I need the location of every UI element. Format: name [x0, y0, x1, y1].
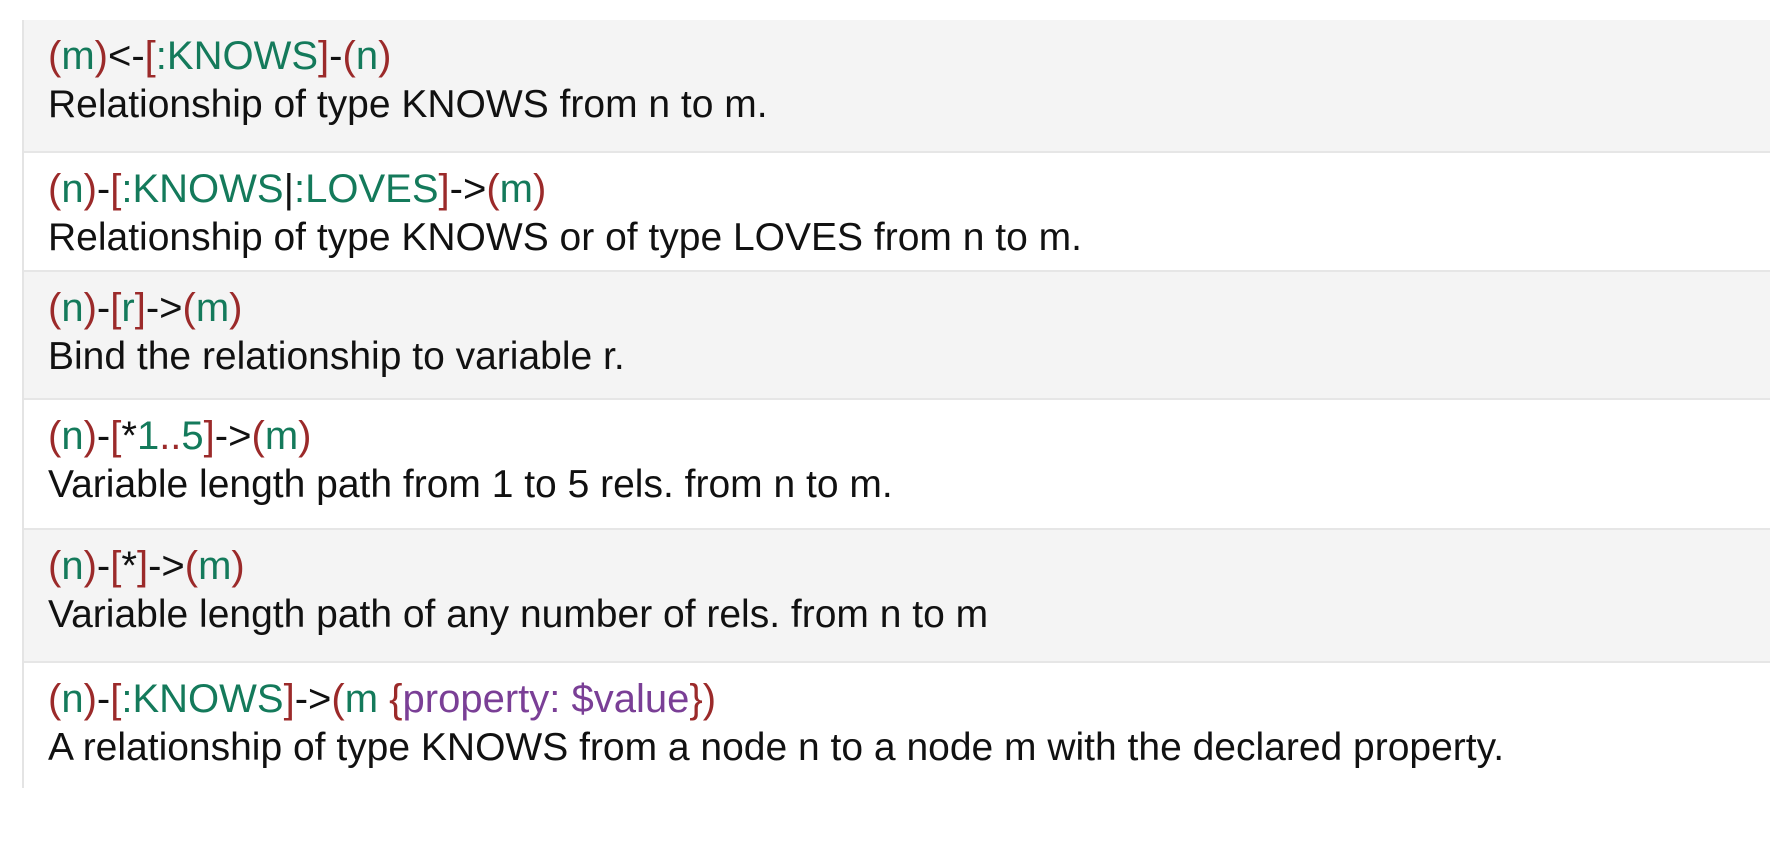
code-token: -	[96, 414, 111, 458]
code-token: ]	[318, 34, 330, 78]
code-token: :KNOWS	[121, 167, 284, 211]
code-token: *	[121, 414, 137, 458]
code-token: -	[96, 544, 111, 588]
code-token: m	[198, 544, 232, 588]
code-token: m	[344, 677, 390, 721]
code-token: )	[532, 167, 547, 211]
code-token: [	[110, 167, 122, 211]
pattern-code: (n)-[*]->(m)	[48, 542, 1770, 590]
code-token: :KNOWS	[121, 677, 284, 721]
pattern-row: (m)<-[:KNOWS]-(n) Relationship of type K…	[24, 20, 1770, 153]
code-token: ->	[148, 544, 185, 588]
code-token: n	[355, 34, 379, 78]
code-token: m	[61, 34, 95, 78]
code-token: ]	[438, 167, 450, 211]
code-token: n	[61, 414, 84, 458]
code-token: 1	[136, 414, 160, 458]
code-token: :KNOWS	[155, 34, 319, 78]
code-token: }	[689, 677, 703, 721]
code-token: (	[331, 677, 345, 721]
code-token: )	[83, 414, 97, 458]
code-token: ]	[203, 414, 215, 458]
code-token: ]	[283, 677, 295, 721]
cypher-relationship-reference: (m)<-[:KNOWS]-(n) Relationship of type K…	[22, 20, 1770, 788]
code-token: [	[110, 677, 122, 721]
code-token: -	[96, 167, 111, 211]
code-token: [	[144, 34, 156, 78]
code-token: )	[378, 34, 392, 78]
code-token: m	[195, 286, 230, 330]
code-token: -	[96, 677, 111, 721]
code-token: (	[251, 414, 265, 458]
code-token: (	[184, 544, 199, 588]
pattern-row: (n)-[:KNOWS]->(m {property: $value}) A r…	[24, 663, 1770, 788]
pattern-description: Variable length path of any number of re…	[48, 593, 989, 636]
pattern-description: Bind the relationship to variable r.	[48, 335, 625, 378]
code-token: *	[121, 544, 137, 588]
code-token: r	[121, 286, 135, 330]
code-token: [	[110, 544, 122, 588]
pattern-row: (n)-[*]->(m) Variable length path of any…	[24, 530, 1770, 663]
code-token: [	[110, 414, 122, 458]
code-token: -	[96, 286, 111, 330]
code-token: {	[389, 677, 403, 721]
pattern-code: (n)-[*1..5]->(m)	[48, 412, 1770, 460]
code-token: n	[61, 286, 84, 330]
code-token: n	[61, 544, 84, 588]
pattern-description: Relationship of type KNOWS from n to m.	[48, 83, 768, 126]
code-token: m	[264, 414, 299, 458]
code-token: )	[83, 286, 97, 330]
code-token: (	[342, 34, 356, 78]
code-token: ->	[449, 167, 487, 211]
code-token: 5	[181, 414, 204, 458]
code-token: ]	[136, 544, 149, 588]
code-token: property: $value	[402, 677, 690, 721]
code-token: (	[48, 414, 62, 458]
code-token: :LOVES	[293, 167, 439, 211]
code-token: (	[182, 286, 196, 330]
pattern-row: (n)-[r]->(m) Bind the relationship to va…	[24, 272, 1770, 400]
code-token: (	[48, 677, 62, 721]
code-token: ->	[214, 414, 252, 458]
code-token: |	[283, 167, 294, 211]
pattern-code: (n)-[r]->(m)	[48, 284, 1770, 332]
code-token: [	[110, 286, 122, 330]
code-token: ->	[294, 677, 332, 721]
code-token: n	[61, 677, 84, 721]
code-token: )	[94, 34, 108, 78]
pattern-description: Relationship of type KNOWS or of type LO…	[48, 216, 1082, 259]
code-token: )	[231, 544, 245, 588]
code-token: )	[229, 286, 243, 330]
code-token: ]	[134, 286, 146, 330]
code-token: (	[486, 167, 500, 211]
code-token: )	[702, 677, 717, 721]
code-token: )	[83, 677, 97, 721]
code-token: )	[83, 544, 97, 588]
code-token: ->	[145, 286, 183, 330]
pattern-row: (n)-[:KNOWS|:LOVES]->(m) Relationship of…	[24, 153, 1770, 272]
pattern-code: (n)-[:KNOWS|:LOVES]->(m)	[48, 165, 1770, 213]
code-token: )	[83, 167, 97, 211]
code-token: n	[61, 167, 84, 211]
pattern-description: A relationship of type KNOWS from a node…	[48, 726, 1505, 769]
code-token: (	[48, 544, 62, 588]
code-token: (	[48, 167, 62, 211]
code-token: (	[48, 34, 62, 78]
code-token: -	[329, 34, 343, 78]
code-token: m	[499, 167, 533, 211]
pattern-description: Variable length path from 1 to 5 rels. f…	[48, 463, 893, 506]
code-token: )	[298, 414, 312, 458]
pattern-code: (n)-[:KNOWS]->(m {property: $value})	[48, 675, 1770, 723]
pattern-code: (m)<-[:KNOWS]-(n)	[48, 32, 1770, 80]
pattern-row: (n)-[*1..5]->(m) Variable length path fr…	[24, 400, 1770, 530]
code-token: <-	[107, 34, 145, 78]
code-token: ..	[159, 414, 182, 458]
code-token: (	[48, 286, 62, 330]
